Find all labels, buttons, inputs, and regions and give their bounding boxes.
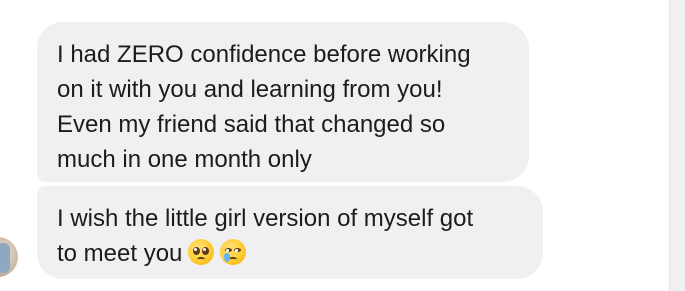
message-bubble[interactable]: I had ZERO confidence before working on … <box>37 22 529 182</box>
message-text-line: I wish the little girl version of myself… <box>57 205 474 232</box>
avatar[interactable] <box>0 237 18 277</box>
right-panel-edge <box>669 0 685 291</box>
message-text-line: much in one month only <box>57 146 312 173</box>
crying-face-icon <box>220 239 247 265</box>
message-text-line: Even my friend said that changed so <box>57 111 446 138</box>
pleading-face-icon <box>188 239 215 265</box>
message-bubble[interactable]: I wish the little girl version of myself… <box>37 186 543 279</box>
message-text-line: to meet you <box>57 236 523 271</box>
message-text-line: on it with you and learning from you! <box>57 76 443 103</box>
message-text: to meet you <box>57 240 183 267</box>
message-text-line: I had ZERO confidence before working <box>57 41 471 68</box>
